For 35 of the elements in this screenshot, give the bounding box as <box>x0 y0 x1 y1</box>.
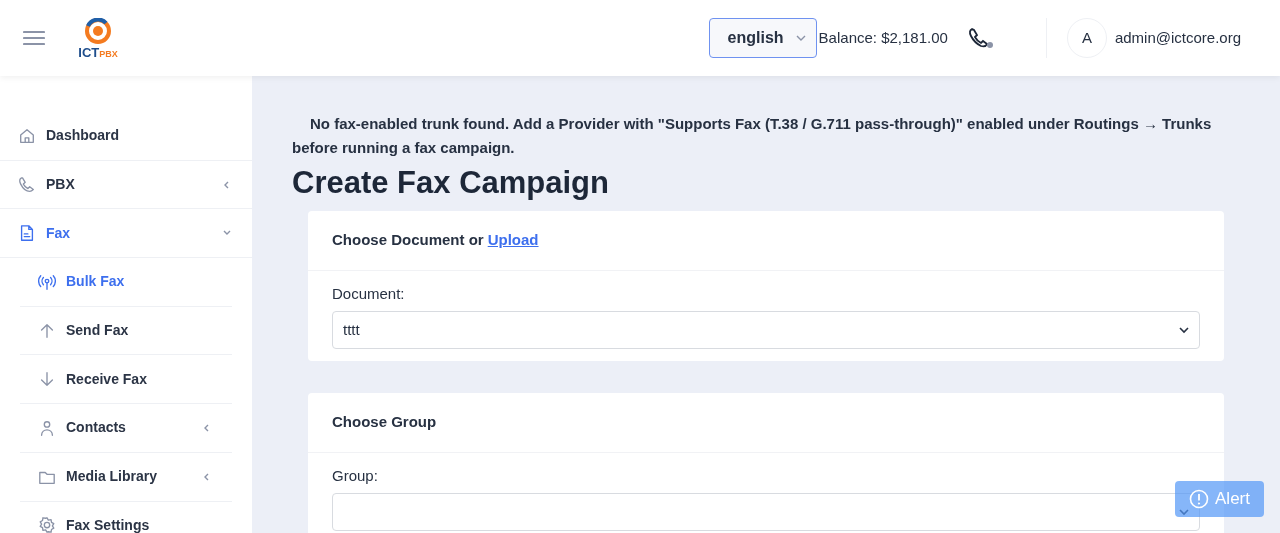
sidebar-item[interactable]: Media Library <box>20 452 232 502</box>
sidebar-item[interactable]: Bulk Fax <box>20 258 232 307</box>
upload-link[interactable]: Upload <box>487 231 539 249</box>
alert-icon <box>1189 489 1209 509</box>
card-heading: Choose Document or <box>332 231 484 249</box>
user-email[interactable]: admin@ictcore.org <box>1114 26 1241 50</box>
sidebar-item[interactable]: PBX <box>0 160 252 210</box>
arrow-up-icon <box>38 321 56 340</box>
page-title: Create Fax Campaign <box>292 164 610 202</box>
gear-icon <box>38 516 56 533</box>
chevron-icon <box>795 35 806 41</box>
person-icon <box>38 418 56 437</box>
field-label: Document: <box>332 283 406 304</box>
sidebar-item[interactable]: Dashboard <box>0 112 252 161</box>
logo: ICTPBX <box>72 17 124 59</box>
card-heading: Choose Group <box>332 413 437 431</box>
home-icon <box>18 126 36 145</box>
antenna-icon <box>38 272 56 291</box>
field-label: Group: <box>332 465 379 486</box>
sidebar-item[interactable]: Fax Settings <box>20 501 232 533</box>
phone-icon <box>18 175 36 194</box>
document-icon <box>18 224 36 243</box>
sidebar-item[interactable]: Contacts <box>20 404 232 453</box>
chevron-icon <box>1179 326 1189 334</box>
sidebar-item[interactable]: Receive Fax <box>20 355 232 405</box>
sidebar-item[interactable]: Fax <box>0 209 252 259</box>
select-field[interactable]: tttt <box>332 311 1200 350</box>
sidebar-item[interactable]: Send Fax <box>20 306 232 356</box>
arrow-down-icon <box>38 370 56 389</box>
balance-text: Balance: $2,181.00 <box>818 27 948 48</box>
warning-message: No fax-enabled trunk found. Add a Provider with "Supports Fax (T.38 / G.711 pass-through)" enabled under Routings → Trunks before running a fax campaign. <box>292 114 1213 158</box>
language-dropdown[interactable]: english <box>708 18 817 58</box>
select-field[interactable] <box>332 493 1200 532</box>
menu-icon[interactable] <box>23 30 45 46</box>
phone-icon[interactable] <box>967 27 994 49</box>
